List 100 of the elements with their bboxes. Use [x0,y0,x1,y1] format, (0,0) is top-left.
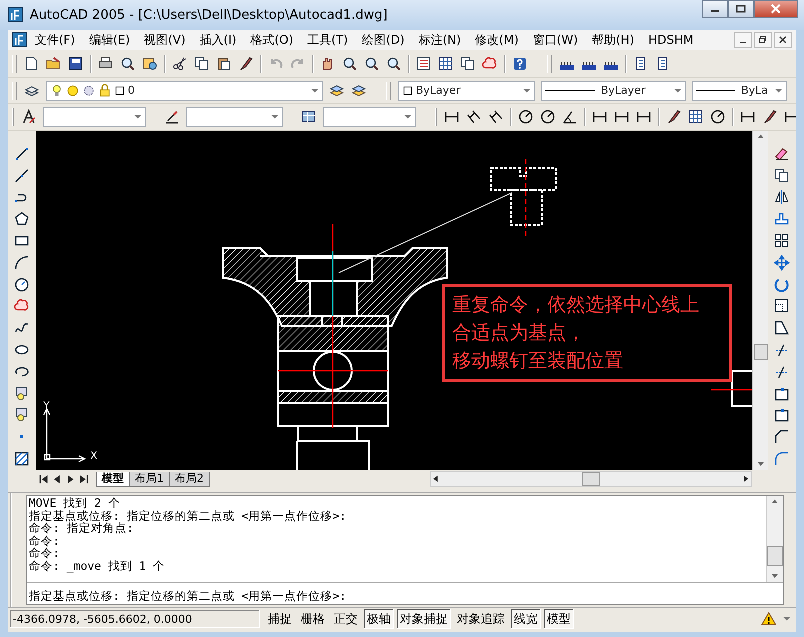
x-axis-label: X [90,451,98,462]
circle-icon[interactable] [14,276,30,293]
quick-dimension-icon[interactable] [592,109,608,125]
ordinate-dimension-icon[interactable] [488,109,504,125]
menu-item[interactable]: 格式(O) [244,30,301,50]
partial-part-drawing [710,370,752,407]
copy-icon[interactable] [194,56,210,72]
y-axis-label: Y [44,401,50,412]
vertical-scrollbar[interactable] [752,131,768,470]
status-toggle[interactable]: 模型 [544,609,574,629]
markup-cloud-icon[interactable] [482,56,498,72]
fillet-icon[interactable] [774,451,790,468]
printer-icon[interactable] [98,56,114,72]
chamfer-icon[interactable] [774,429,790,446]
print-preview-icon[interactable] [120,56,136,72]
dimension-style-icon[interactable] [164,109,180,125]
doc-restore-button[interactable] [754,32,772,48]
menu-item[interactable]: 插入(I) [192,30,244,50]
layout-tab[interactable]: 模型 [96,472,130,486]
color-swatch-icon [402,84,414,96]
scrollbar-thumb[interactable] [754,344,768,360]
scale-icon[interactable] [774,298,790,314]
doc-minimize-button[interactable] [734,32,752,48]
menu-item[interactable]: 文件(F) [28,30,82,50]
horizontal-scrollbar[interactable] [430,471,752,487]
line-tool-icon[interactable] [14,146,30,162]
zoom-realtime-icon[interactable] [342,56,358,72]
scissors-icon[interactable] [172,56,188,72]
layer-dropdown[interactable]: 0 [46,80,323,100]
menu-item[interactable]: HDSHM [642,32,701,48]
first-tab-icon[interactable] [38,472,51,486]
polygon-icon[interactable] [14,211,30,228]
layout-tab[interactable]: 布局1 [129,472,170,486]
make-current-layer-icon[interactable] [329,82,345,98]
open-folder-icon[interactable] [46,56,62,72]
dimension-update-icon[interactable] [784,109,796,125]
menu-item[interactable]: 标注(N) [412,30,468,50]
make-block-icon[interactable] [14,407,30,424]
layer-previous-icon[interactable] [351,82,367,98]
color-dropdown[interactable]: ByLayer [398,80,535,100]
scroll-right-icon[interactable] [741,474,751,484]
array-icon[interactable] [774,233,790,250]
hatch-icon[interactable] [14,451,30,468]
radius-dimension-icon[interactable] [518,109,534,125]
stretch-icon[interactable] [774,320,790,336]
mirror-icon[interactable] [774,189,790,206]
linear-dimension-icon[interactable] [444,109,460,125]
command-input-line[interactable]: 指定基点或位移: 指定位移的第二点或 <用第一点作位移>: [27,582,783,603]
arc-icon[interactable] [14,254,30,271]
command-history-line: 命令: [29,534,61,548]
padlock-icon [98,84,112,98]
offset-icon[interactable] [774,211,790,228]
close-icon [779,36,787,44]
paste-icon[interactable] [216,56,232,72]
menu-item[interactable]: 绘图(D) [355,30,412,50]
command-scrollbar[interactable] [766,496,783,582]
menu-item[interactable]: 修改(M) [468,30,526,50]
menu-item[interactable]: 帮助(H) [585,30,642,50]
scroll-left-icon[interactable] [431,474,441,484]
maximize-button[interactable] [728,0,754,18]
menu-item[interactable]: 工具(T) [300,30,356,50]
eraser-icon[interactable] [774,146,790,162]
move-icon[interactable] [774,254,790,271]
zoom-window-icon[interactable] [364,56,380,72]
close-button[interactable] [754,0,798,18]
baseline-dimension-icon[interactable] [614,109,630,125]
continue-dimension-icon[interactable] [636,109,652,125]
new-file-icon[interactable] [24,56,40,72]
ucs-axes-icon [43,408,86,463]
warning-icon[interactable] [761,611,777,627]
status-toggle[interactable]: 极轴 [364,609,394,629]
lightbulb-icon [50,84,64,98]
text-style-icon[interactable] [21,109,37,125]
copy-object-icon[interactable] [774,168,790,184]
zoom-previous-icon[interactable] [386,56,402,72]
menu-item[interactable]: 视图(V) [137,30,193,50]
menu-item[interactable]: 编辑(E) [82,30,138,50]
status-toggle[interactable]: 对象捕捉 [397,609,451,629]
insert-block-icon[interactable] [14,386,30,402]
minimize-button[interactable] [702,0,728,18]
layout-tab[interactable]: 布局2 [169,472,210,486]
scrollbar-thumb[interactable] [767,546,783,566]
command-history-line: 命令: 指定对角点: [29,522,134,535]
coordinates-readout: -4366.0978, -5605.6602, 0.0000 [10,610,260,628]
table-style-icon[interactable] [301,109,317,125]
angular-dimension-icon[interactable] [562,109,578,125]
linetype-dropdown[interactable]: ByLayer [541,80,686,100]
help-icon[interactable] [512,56,528,72]
dimension-edit-icon[interactable] [740,109,756,125]
diameter-dimension-icon[interactable] [540,109,556,125]
rotate-icon[interactable] [774,276,790,293]
construction-line-icon[interactable] [14,168,30,184]
status-toggle[interactable]: 线宽 [511,609,541,629]
scrollbar-thumb[interactable] [582,472,600,486]
menu-item[interactable]: 窗口(W) [526,30,586,50]
lineweight-dropdown[interactable]: ByLa [692,80,787,100]
doc-close-button[interactable] [774,32,792,48]
paintbrush-icon[interactable] [238,56,254,72]
aligned-dimension-icon[interactable] [466,109,482,125]
document-icon[interactable] [12,32,28,48]
